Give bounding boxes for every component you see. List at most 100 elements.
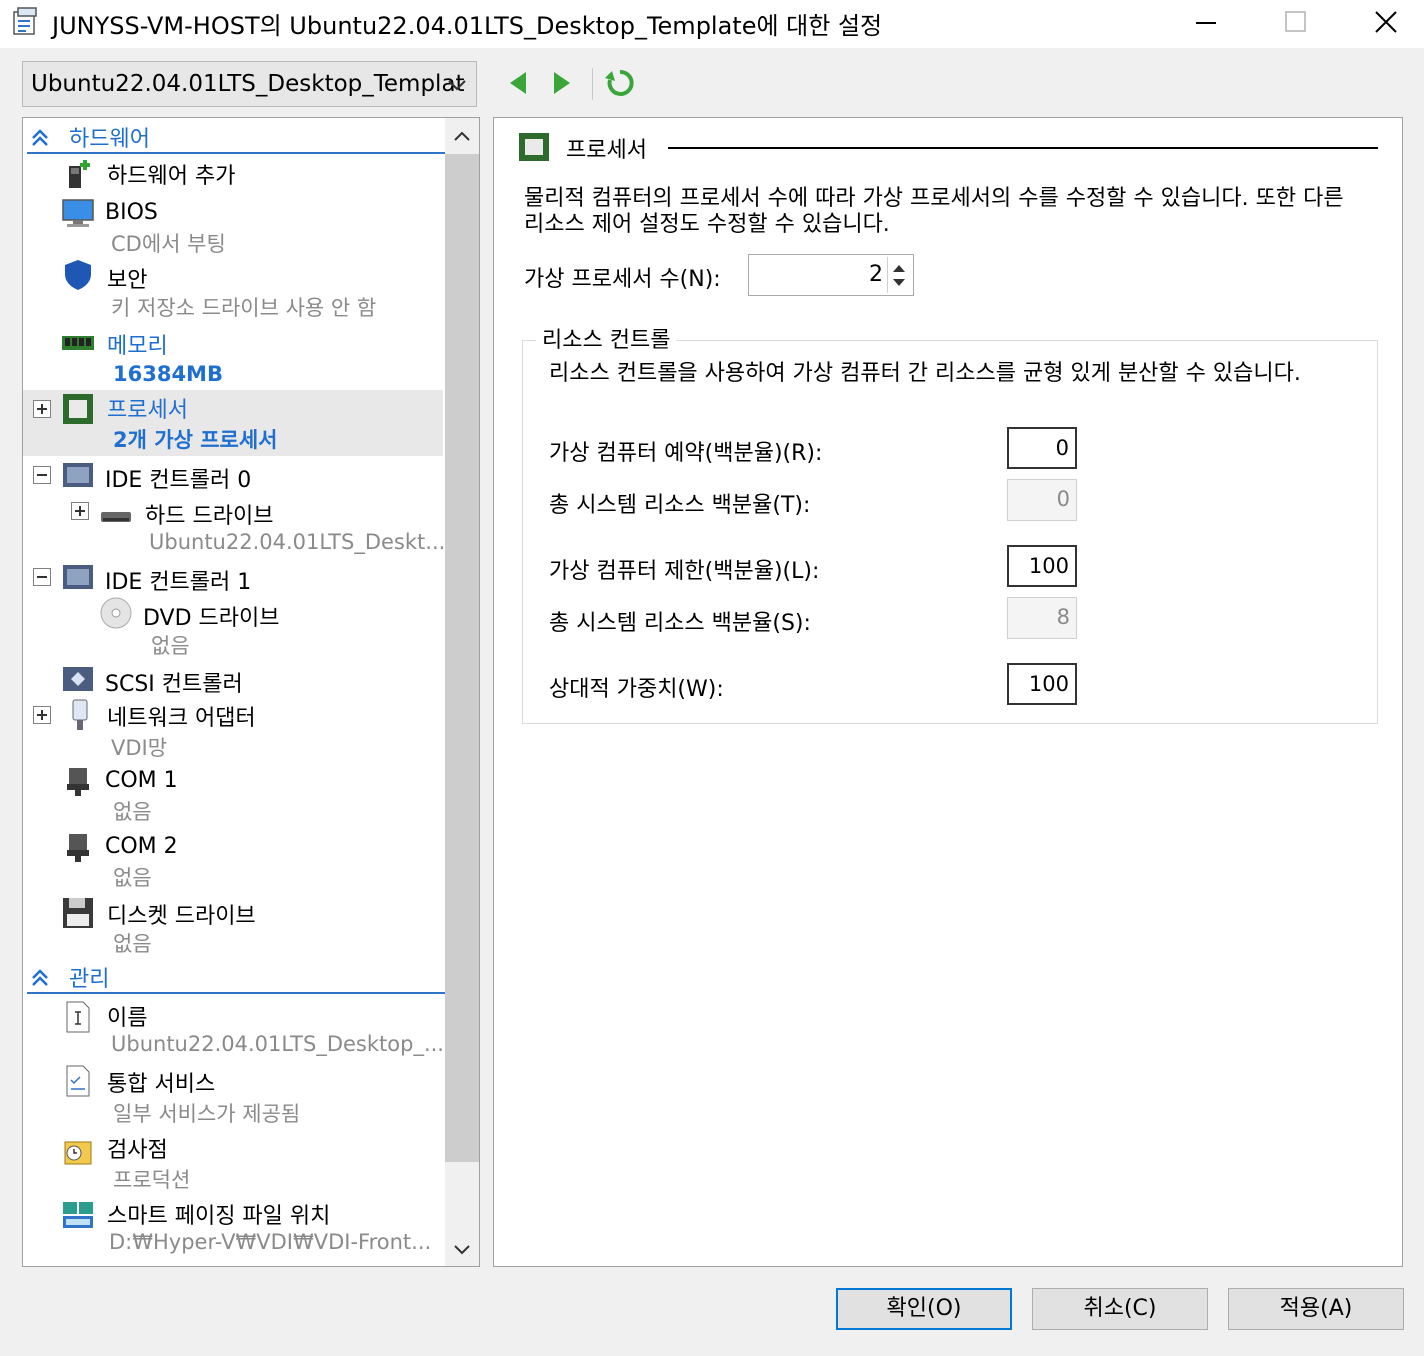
sidebar-item-scsi-controller[interactable]: SCSI 컨트롤러 — [23, 662, 443, 697]
total-system-reserve-value: 0 — [1007, 479, 1077, 521]
tree-scrollbar[interactable] — [445, 118, 479, 1266]
vm-reserve-input[interactable]: 0 — [1007, 427, 1077, 469]
management-section-header[interactable]: 관리 — [27, 960, 445, 994]
collapse-section-icon — [32, 969, 48, 986]
settings-app-icon — [13, 7, 37, 35]
sidebar-item-label: 보안 — [107, 268, 148, 293]
bios-icon — [62, 199, 94, 227]
sidebar-item-sub: 없음 — [113, 932, 152, 956]
hardware-section-label: 하드웨어 — [69, 127, 150, 152]
sidebar-item-label: IDE 컨트롤러 0 — [105, 468, 252, 493]
header-rule — [668, 147, 1378, 149]
processor-header: 프로세서 — [518, 132, 1384, 163]
sidebar-item-sub: 프로덕션 — [113, 1168, 191, 1192]
sidebar-item-label: 하드 드라이브 — [145, 504, 274, 529]
sidebar-item-sub: CD에서 부팅 — [111, 232, 226, 256]
sidebar-item-hard-drive[interactable]: 하드 드라이브 Ubuntu22.04.01LTS_Deskt... — [23, 494, 446, 556]
virtual-processor-count-stepper[interactable]: 2 — [748, 254, 914, 296]
sidebar-item-label: 검사점 — [107, 1138, 168, 1163]
processor-header-label: 프로세서 — [566, 138, 647, 163]
close-button[interactable] — [1340, 0, 1424, 44]
sidebar-item-label: BIOS — [105, 200, 158, 225]
resource-control-description: 리소스 컨트롤을 사용하여 가상 컴퓨터 간 리소스를 균형 있게 분산할 수 … — [549, 361, 1301, 386]
stepper-down-icon[interactable] — [893, 279, 905, 286]
sidebar-item-memory[interactable]: 메모리 16384MB — [23, 324, 443, 386]
vm-selector-dropdown[interactable]: Ubuntu22.04.01LTS_Desktop_Templat — [22, 61, 477, 107]
total-system-reserve-label: 총 시스템 리소스 백분율(T): — [549, 493, 811, 518]
network-adapter-icon — [72, 699, 88, 730]
refresh-icon[interactable] — [604, 66, 636, 100]
processor-icon — [519, 133, 549, 161]
expand-icon[interactable] — [33, 400, 51, 418]
com-port-icon — [67, 768, 89, 796]
cancel-button[interactable]: 취소(C) — [1032, 1288, 1208, 1330]
processor-icon — [63, 394, 93, 424]
sidebar-item-label: 디스켓 드라이브 — [107, 904, 256, 929]
shield-icon — [65, 260, 91, 290]
sidebar-item-label: 이름 — [107, 1006, 148, 1031]
sidebar-item-security[interactable]: 보안 키 저장소 드라이브 사용 안 함 — [23, 258, 443, 320]
com-port-icon — [67, 834, 89, 862]
hardware-section-header[interactable]: 하드웨어 — [27, 120, 445, 154]
next-vm-icon[interactable] — [546, 66, 578, 100]
management-section-label: 관리 — [69, 967, 110, 992]
sidebar-item-bios[interactable]: BIOS CD에서 부팅 — [23, 194, 443, 256]
sidebar-item-label: COM 2 — [105, 834, 178, 859]
sidebar-item-checkpoints[interactable]: 검사점 프로덕션 — [23, 1130, 443, 1192]
integration-services-icon — [66, 1065, 90, 1097]
sidebar-item-ide-controller-1[interactable]: IDE 컨트롤러 1 — [23, 560, 443, 595]
window-title: JUNYSS-VM-HOST의 Ubuntu22.04.01LTS_Deskto… — [52, 12, 883, 40]
sidebar-item-name[interactable]: 이름 Ubuntu22.04.01LTS_Desktop_... — [23, 998, 444, 1060]
sidebar-item-label: IDE 컨트롤러 1 — [105, 570, 252, 595]
sidebar-item-label: SCSI 컨트롤러 — [105, 672, 243, 697]
collapse-icon[interactable] — [33, 568, 51, 586]
stepper-buttons[interactable] — [887, 257, 911, 293]
sidebar-item-integration-services[interactable]: 통합 서비스 일부 서비스가 제공됨 — [23, 1064, 443, 1126]
chevron-down-icon — [448, 80, 466, 91]
maximize-button[interactable] — [1250, 0, 1342, 44]
sidebar-item-label: 네트워크 어댑터 — [107, 706, 256, 731]
sidebar-item-sub: VDI망 — [111, 736, 168, 760]
scroll-down-icon[interactable] — [451, 1238, 473, 1260]
sidebar-item-add-hardware[interactable]: 하드웨어 추가 — [23, 156, 443, 190]
sidebar-item-smart-paging[interactable]: 스마트 페이징 파일 위치 D:₩Hyper-V₩VDI₩VDI-Front..… — [23, 1196, 443, 1258]
sidebar-item-sub: D:₩Hyper-V₩VDI₩VDI-Front... — [109, 1230, 432, 1254]
sidebar-item-network-adapter[interactable]: 네트워크 어댑터 VDI망 — [23, 698, 443, 760]
total-system-limit-label: 총 시스템 리소스 백분율(S): — [549, 611, 811, 636]
minimize-button[interactable] — [1160, 0, 1252, 44]
sidebar-item-dvd-drive[interactable]: DVD 드라이브 없음 — [23, 596, 443, 658]
sidebar-item-sub: Ubuntu22.04.01LTS_Desktop_... — [111, 1032, 444, 1056]
previous-vm-icon[interactable] — [502, 66, 534, 100]
expand-icon[interactable] — [71, 502, 89, 520]
processor-settings-panel: 프로세서 물리적 컴퓨터의 프로세서 수에 따라 가상 프로세서의 수를 수정할… — [493, 117, 1403, 1267]
sidebar-item-sub: Ubuntu22.04.01LTS_Deskt... — [149, 530, 446, 554]
sidebar-item-sub: 2개 가상 프로세서 — [113, 428, 278, 452]
expand-icon[interactable] — [33, 706, 51, 724]
collapse-icon[interactable] — [33, 466, 51, 484]
collapse-section-icon — [32, 129, 48, 146]
sidebar-item-ide-controller-0[interactable]: IDE 컨트롤러 0 — [23, 458, 443, 493]
vm-limit-input[interactable]: 100 — [1007, 545, 1077, 587]
settings-tree-panel: 하드웨어 하드웨어 추가 BIOS CD에서 부팅 보안 키 저장소 드라이브 … — [22, 117, 480, 1267]
sidebar-item-diskette-drive[interactable]: 디스켓 드라이브 없음 — [23, 894, 443, 956]
sidebar-item-processor[interactable]: 프로세서 2개 가상 프로세서 — [23, 390, 443, 456]
vm-reserve-label: 가상 컴퓨터 예약(백분율)(R): — [549, 441, 823, 466]
sidebar-item-sub: 없음 — [113, 866, 152, 890]
dvd-icon — [100, 597, 132, 629]
scsi-controller-icon — [63, 667, 93, 691]
relative-weight-input[interactable]: 100 — [1007, 663, 1077, 705]
apply-button[interactable]: 적용(A) — [1228, 1288, 1404, 1330]
scroll-up-icon[interactable] — [451, 126, 473, 148]
ok-button[interactable]: 확인(O) — [836, 1288, 1012, 1330]
sidebar-item-sub: 키 저장소 드라이브 사용 안 함 — [111, 296, 377, 320]
smart-paging-icon — [63, 1202, 93, 1228]
memory-icon — [62, 336, 94, 350]
sidebar-item-com2[interactable]: COM 2 없음 — [23, 830, 443, 892]
vm-selector-value: Ubuntu22.04.01LTS_Desktop_Templat — [31, 71, 465, 97]
sidebar-item-com1[interactable]: COM 1 없음 — [23, 764, 443, 826]
total-system-limit-value: 8 — [1007, 597, 1077, 639]
scrollbar-thumb[interactable] — [445, 154, 479, 1162]
resource-control-group: 리소스 컨트롤을 사용하여 가상 컴퓨터 간 리소스를 균형 있게 분산할 수 … — [522, 340, 1378, 724]
stepper-up-icon[interactable] — [893, 265, 905, 272]
floppy-icon — [63, 898, 93, 928]
